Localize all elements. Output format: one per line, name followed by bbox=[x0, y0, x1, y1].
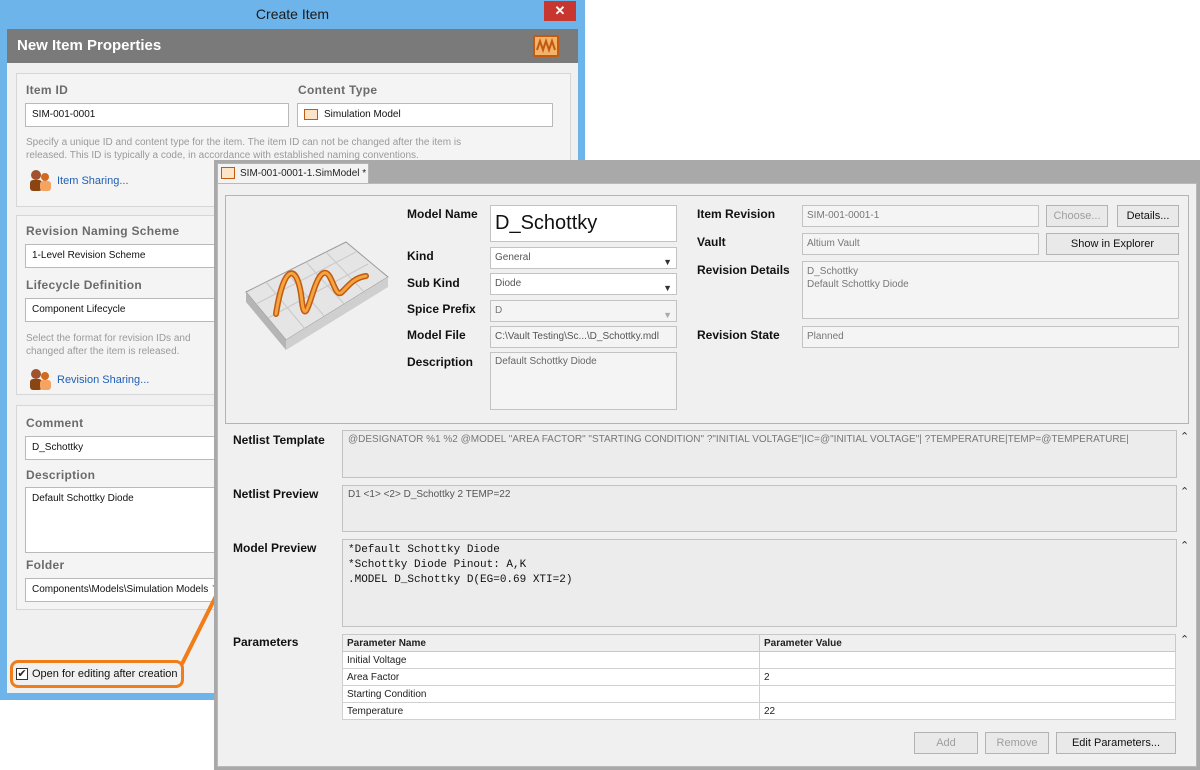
netlist-preview-field: D1 <1> <2> D_Schottky 2 TEMP=22 bbox=[342, 485, 1177, 532]
parameter-name-cell: Area Factor bbox=[342, 668, 760, 686]
netlist-preview-label: Netlist Preview bbox=[233, 487, 319, 501]
column-header-parameter-name[interactable]: Parameter Name bbox=[342, 634, 760, 652]
model-thumbnail-icon bbox=[236, 222, 396, 362]
revision-state-field: Planned bbox=[802, 326, 1179, 348]
model-preview-field: *Default Schottky Diode *Schottky Diode … bbox=[342, 539, 1177, 627]
model-preview-line1: *Default Schottky Diode bbox=[348, 544, 500, 556]
item-revision-field: SIM-001-0001-1 bbox=[802, 205, 1039, 227]
parameters-label: Parameters bbox=[233, 635, 299, 649]
details-button[interactable]: Details... bbox=[1117, 205, 1179, 227]
model-name-label: Model Name bbox=[407, 207, 478, 221]
parameter-value-cell[interactable]: 2 bbox=[759, 668, 1176, 686]
model-preview-line3: .MODEL D_Schottky D(EG=0.69 XTI=2) bbox=[348, 574, 573, 586]
description-field[interactable]: Default Schottky Diode bbox=[490, 352, 677, 410]
revision-state-label: Revision State bbox=[697, 328, 780, 342]
description-label: Description bbox=[407, 355, 474, 369]
revision-details-line2: Default Schottky Diode bbox=[807, 279, 909, 290]
parameter-value-cell[interactable] bbox=[759, 651, 1176, 669]
parameters-table-wrapper: Parameter Name Parameter Value Initial V… bbox=[342, 634, 1176, 720]
kind-dropdown[interactable]: General ▼ bbox=[490, 247, 677, 269]
spice-prefix-dropdown[interactable]: D ▼ bbox=[490, 300, 677, 322]
vault-label: Vault bbox=[697, 235, 726, 249]
collapse-caret-icon[interactable]: ⌃ bbox=[1180, 430, 1189, 443]
model-file-field[interactable]: C:\Vault Testing\Sc...\D_Schottky.mdl bbox=[490, 326, 677, 348]
collapse-caret-icon[interactable]: ⌃ bbox=[1180, 633, 1189, 646]
show-in-explorer-button[interactable]: Show in Explorer bbox=[1046, 233, 1179, 255]
dropdown-arrow-icon: ▼ bbox=[663, 310, 672, 320]
table-row[interactable]: Starting Condition bbox=[342, 685, 1176, 703]
revision-details-label: Revision Details bbox=[697, 263, 790, 277]
parameter-name-cell: Temperature bbox=[342, 702, 760, 720]
model-file-label: Model File bbox=[407, 328, 466, 342]
collapse-caret-icon[interactable]: ⌃ bbox=[1180, 485, 1189, 498]
sub-kind-dropdown[interactable]: Diode ▼ bbox=[490, 273, 677, 295]
column-header-parameter-value[interactable]: Parameter Value bbox=[759, 634, 1176, 652]
sub-kind-value: Diode bbox=[495, 278, 522, 289]
table-row[interactable]: Temperature 22 bbox=[342, 702, 1176, 720]
dropdown-arrow-icon: ▼ bbox=[663, 283, 672, 293]
collapse-caret-icon[interactable]: ⌃ bbox=[1180, 539, 1189, 552]
remove-button[interactable]: Remove bbox=[985, 732, 1049, 754]
sub-kind-label: Sub Kind bbox=[407, 276, 460, 290]
netlist-template-label: Netlist Template bbox=[233, 433, 325, 447]
revision-details-field: D_Schottky Default Schottky Diode bbox=[802, 261, 1179, 319]
netlist-template-field[interactable]: @DESIGNATOR %1 %2 @MODEL "AREA FACTOR" "… bbox=[342, 430, 1177, 478]
table-row[interactable]: Area Factor 2 bbox=[342, 668, 1176, 686]
parameter-value-cell[interactable]: 22 bbox=[759, 702, 1176, 720]
choose-button[interactable]: Choose... bbox=[1046, 205, 1108, 227]
model-preview-label: Model Preview bbox=[233, 541, 317, 555]
table-header-row: Parameter Name Parameter Value bbox=[342, 634, 1176, 652]
tab-simmodel[interactable]: SIM-001-0001-1.SimModel * bbox=[217, 163, 369, 183]
edit-parameters-button[interactable]: Edit Parameters... bbox=[1056, 732, 1176, 754]
kind-label: Kind bbox=[407, 249, 434, 263]
vault-field: Altium Vault bbox=[802, 233, 1039, 255]
parameter-name-cell: Initial Voltage bbox=[342, 651, 760, 669]
parameters-table: Parameter Name Parameter Value Initial V… bbox=[342, 634, 1176, 720]
revision-details-line1: D_Schottky bbox=[807, 266, 859, 277]
spice-prefix-value: D bbox=[495, 305, 503, 316]
model-preview-line2: *Schottky Diode Pinout: A,K bbox=[348, 559, 527, 571]
kind-value: General bbox=[495, 252, 531, 263]
item-revision-label: Item Revision bbox=[697, 207, 776, 221]
table-row[interactable]: Initial Voltage bbox=[342, 651, 1176, 669]
parameter-value-cell[interactable] bbox=[759, 685, 1176, 703]
simulation-model-icon bbox=[221, 167, 235, 179]
add-button[interactable]: Add bbox=[914, 732, 978, 754]
dropdown-arrow-icon: ▼ bbox=[663, 257, 672, 267]
parameter-name-cell: Starting Condition bbox=[342, 685, 760, 703]
spice-prefix-label: Spice Prefix bbox=[407, 302, 476, 316]
model-name-field[interactable]: D_Schottky bbox=[490, 205, 677, 242]
